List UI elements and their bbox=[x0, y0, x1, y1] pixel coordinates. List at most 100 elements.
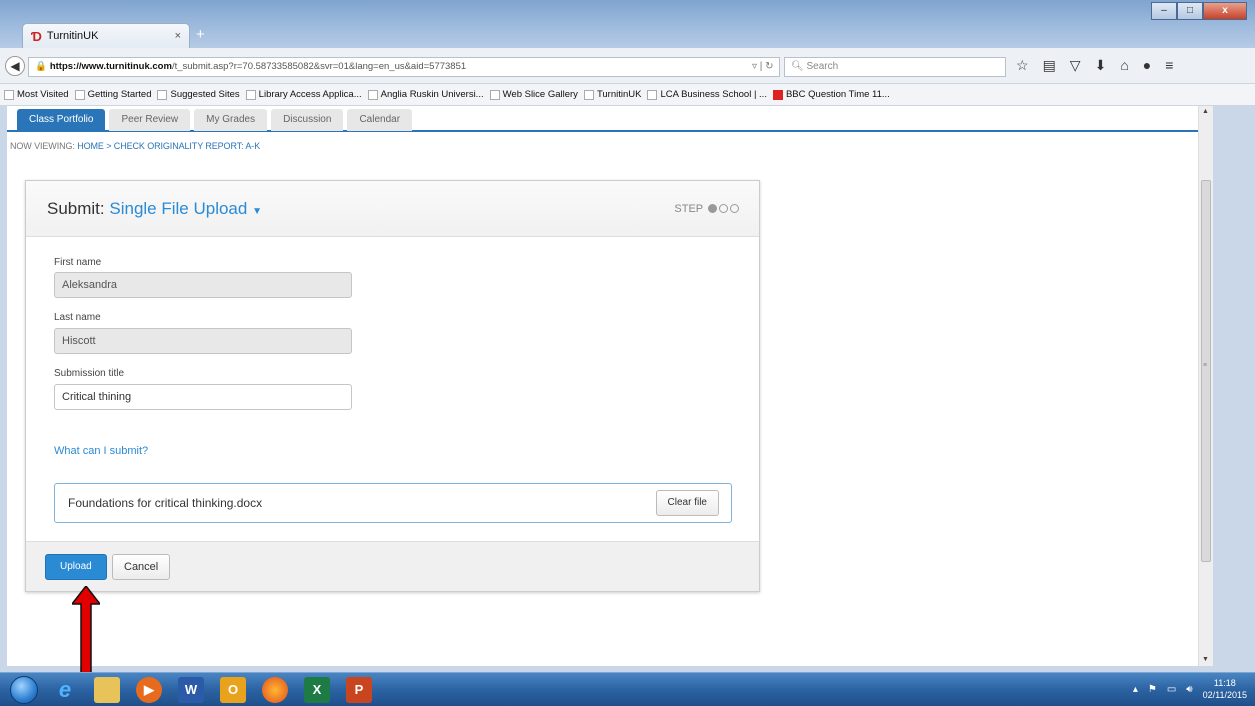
back-arrow-icon[interactable]: ◀ bbox=[5, 56, 25, 76]
selected-file-box: Foundations for critical thinking.docx C… bbox=[54, 483, 732, 523]
window-controls: – □ x bbox=[1151, 2, 1247, 20]
bookmark-item[interactable]: LCA Business School | ... bbox=[647, 89, 767, 100]
bookmark-item[interactable]: Most Visited bbox=[4, 89, 69, 100]
menu-icon[interactable]: ≡ bbox=[1165, 57, 1173, 74]
bookmark-icon bbox=[772, 89, 783, 100]
submission-title-input[interactable]: Critical thining bbox=[54, 384, 352, 410]
close-tab-icon[interactable]: × bbox=[175, 30, 181, 42]
upload-type-dropdown[interactable]: Single File Upload bbox=[109, 199, 247, 218]
page-content: Class Portfolio Peer Review My Grades Di… bbox=[7, 106, 1198, 666]
search-input[interactable]: 🔍︎ Search bbox=[784, 57, 1006, 77]
bookmark-item[interactable]: BBC Question Time 11... bbox=[772, 89, 890, 100]
breadcrumb-current[interactable]: CHECK ORIGINALITY REPORT: A-K bbox=[114, 141, 260, 151]
bookmark-icon bbox=[367, 89, 378, 100]
bookmark-icon bbox=[647, 89, 658, 100]
last-name-label: Last name bbox=[54, 312, 101, 323]
system-tray: ▴ ⚑ ▭ 🔊︎ 11:18 02/11/2015 bbox=[1133, 677, 1247, 701]
volume-icon[interactable]: 🔊︎ bbox=[1186, 684, 1192, 695]
bookmark-icon bbox=[583, 89, 594, 100]
scrollbar-thumb[interactable] bbox=[1201, 180, 1211, 562]
scroll-up-icon[interactable]: ▲ bbox=[1202, 108, 1209, 115]
breadcrumb-prefix: NOW VIEWING: bbox=[10, 141, 75, 151]
step-dot-3 bbox=[730, 204, 739, 213]
tab-discussion[interactable]: Discussion bbox=[271, 109, 344, 131]
breadcrumb-home-link[interactable]: HOME bbox=[77, 141, 104, 151]
step-dot-1 bbox=[708, 204, 717, 213]
outlook-icon[interactable]: O bbox=[220, 677, 246, 703]
bookmark-icon bbox=[74, 89, 85, 100]
scrollbar-grip-icon: ≡ bbox=[1203, 362, 1208, 369]
browser-window: – □ x Ɗ TurnitinUK × + ◀ 🔒 https://www.tu… bbox=[0, 0, 1255, 672]
bookmark-icon bbox=[157, 89, 168, 100]
cancel-button[interactable]: Cancel bbox=[112, 554, 171, 580]
panel-footer: Upload Cancel bbox=[26, 541, 759, 591]
url-bar[interactable]: 🔒 https://www.turnitinuk.com/t_submit.asp… bbox=[28, 57, 780, 77]
network-icon[interactable]: ▭ bbox=[1167, 684, 1176, 695]
panel-header: Submit: Single File Upload ▼ STEP bbox=[26, 181, 759, 237]
lock-icon: 🔒 bbox=[35, 61, 47, 72]
upload-button[interactable]: Upload bbox=[45, 554, 107, 580]
word-icon[interactable]: W bbox=[178, 677, 204, 703]
bookmark-icon bbox=[245, 89, 256, 100]
breadcrumb-separator: > bbox=[106, 141, 112, 151]
download-icon[interactable]: ⬇ bbox=[1095, 57, 1107, 74]
clear-file-button[interactable]: Clear file bbox=[655, 490, 719, 516]
bookmark-item[interactable]: Anglia Ruskin Universi... bbox=[367, 89, 484, 100]
url-path: /t_submit.asp?r=70.58733585082&svr=01&la… bbox=[171, 61, 467, 72]
maximize-button[interactable]: □ bbox=[1177, 2, 1203, 20]
red-arrow-annotation bbox=[72, 586, 100, 678]
bookmark-icon bbox=[489, 89, 500, 100]
turnitin-tabs: Class Portfolio Peer Review My Grades Di… bbox=[7, 106, 1198, 132]
reading-list-icon[interactable]: ▤ bbox=[1043, 57, 1056, 74]
clock-time: 11:18 bbox=[1213, 678, 1236, 688]
action-center-flag-icon[interactable]: ⚑ bbox=[1148, 684, 1157, 695]
file-explorer-icon[interactable] bbox=[94, 677, 120, 703]
powerpoint-icon[interactable]: P bbox=[346, 677, 372, 703]
tab-my-grades[interactable]: My Grades bbox=[194, 109, 268, 131]
url-host: https://www.turnitinuk.com bbox=[49, 61, 172, 72]
bookmark-item[interactable]: Library Access Applica... bbox=[245, 89, 362, 100]
pinned-apps: e ▶ W O X P bbox=[52, 677, 372, 703]
minimize-button[interactable]: – bbox=[1151, 2, 1177, 20]
bookmark-item[interactable]: Getting Started bbox=[74, 89, 151, 100]
step-indicator: STEP bbox=[674, 203, 739, 215]
panel-title: Submit: Single File Upload ▼ bbox=[47, 199, 262, 219]
firefox-icon[interactable] bbox=[262, 677, 288, 703]
last-name-field: Hiscott bbox=[54, 328, 352, 354]
excel-icon[interactable]: X bbox=[304, 677, 330, 703]
home-icon[interactable]: ⌂ bbox=[1120, 57, 1128, 74]
turnitin-logo-icon: Ɗ bbox=[31, 28, 42, 44]
bookmarks-bar: Most Visited Getting Started Suggested S… bbox=[0, 84, 1255, 106]
tab-peer-review[interactable]: Peer Review bbox=[109, 109, 191, 131]
tab-calendar[interactable]: Calendar bbox=[347, 109, 413, 131]
clock[interactable]: 11:18 02/11/2015 bbox=[1203, 677, 1247, 701]
new-tab-button[interactable]: + bbox=[196, 26, 205, 43]
browser-toolbar: ☆ ▤ ▽ ⬇ ⌂ ● ≡ bbox=[1016, 57, 1173, 74]
vertical-scrollbar[interactable]: ▲ ≡ ▼ bbox=[1198, 106, 1213, 666]
bookmark-item[interactable]: Suggested Sites bbox=[157, 89, 240, 100]
submit-panel: Submit: Single File Upload ▼ STEP First … bbox=[25, 180, 760, 592]
reload-icon[interactable]: ▿ | ↻ bbox=[752, 57, 774, 77]
scroll-down-icon[interactable]: ▼ bbox=[1202, 656, 1209, 663]
windows-taskbar: e ▶ W O X P ▴ ⚑ ▭ 🔊︎ 11:18 02/11/2015 bbox=[0, 672, 1255, 706]
media-player-icon[interactable]: ▶ bbox=[136, 677, 162, 703]
pocket-icon[interactable]: ▽ bbox=[1070, 57, 1081, 74]
breadcrumb: NOW VIEWING: HOME > CHECK ORIGINALITY RE… bbox=[10, 141, 260, 151]
search-icon: 🔍︎ bbox=[791, 61, 804, 72]
clock-date: 02/11/2015 bbox=[1202, 690, 1247, 700]
bookmark-item[interactable]: Web Slice Gallery bbox=[489, 89, 578, 100]
internet-explorer-icon[interactable]: e bbox=[52, 677, 78, 703]
bookmark-star-icon[interactable]: ☆ bbox=[1016, 57, 1029, 74]
start-button[interactable] bbox=[10, 676, 38, 704]
file-name: Foundations for critical thinking.docx bbox=[68, 496, 263, 510]
browser-tab[interactable]: Ɗ TurnitinUK × bbox=[22, 23, 190, 48]
what-can-i-submit-link[interactable]: What can I submit? bbox=[54, 445, 148, 457]
search-placeholder: Search bbox=[806, 61, 839, 72]
chevron-down-icon[interactable]: ▼ bbox=[252, 206, 262, 217]
show-hidden-icons-icon[interactable]: ▴ bbox=[1133, 684, 1138, 695]
close-window-button[interactable]: x bbox=[1203, 2, 1247, 20]
bookmark-item[interactable]: TurnitinUK bbox=[583, 89, 641, 100]
tab-class-portfolio[interactable]: Class Portfolio bbox=[17, 109, 106, 131]
step-dot-2 bbox=[719, 204, 728, 213]
chat-icon[interactable]: ● bbox=[1143, 57, 1151, 74]
